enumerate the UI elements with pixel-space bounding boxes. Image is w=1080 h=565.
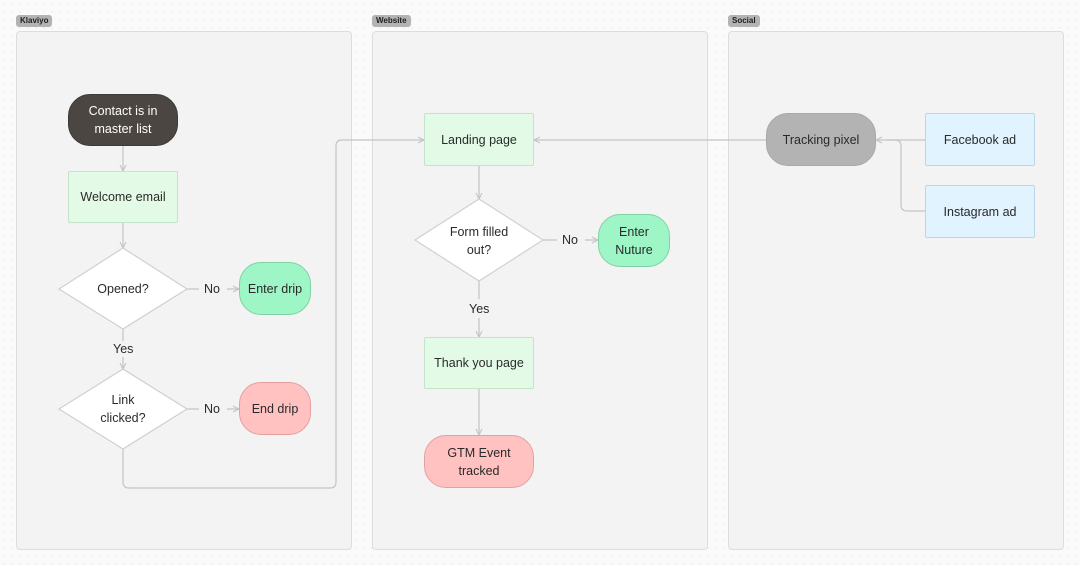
edge-label-opened-yes: Yes (111, 342, 136, 356)
node-tracking-pixel[interactable]: Tracking pixel (766, 113, 876, 166)
node-landing-page[interactable]: Landing page (424, 113, 534, 166)
node-instagram-ad[interactable]: Instagram ad (925, 185, 1035, 238)
node-thank-you-page[interactable]: Thank you page (424, 337, 534, 389)
node-gtm-event-tracked[interactable]: GTM Event tracked (424, 435, 534, 488)
node-welcome-email[interactable]: Welcome email (68, 171, 178, 223)
node-end-drip[interactable]: End drip (239, 382, 311, 435)
edge-label-opened-no: No (202, 282, 222, 296)
decision-form-filled-label: Form filled out? (449, 225, 509, 257)
lane-tag-klaviyo: Klaviyo (16, 15, 53, 27)
edge-label-link-no: No (202, 402, 222, 416)
edge-label-form-no: No (560, 233, 580, 247)
node-facebook-ad[interactable]: Facebook ad (925, 113, 1035, 166)
edge-label-form-yes: Yes (467, 302, 492, 316)
lane-social (728, 31, 1064, 550)
node-contact-in-master-list[interactable]: Contact is in master list (68, 94, 178, 146)
node-enter-nuture[interactable]: Enter Nuture (598, 214, 670, 267)
lane-tag-website: Website (372, 15, 411, 27)
node-enter-drip[interactable]: Enter drip (239, 262, 311, 315)
decision-link-clicked-label: Link clicked? (100, 393, 146, 425)
lane-tag-social: Social (728, 15, 760, 27)
decision-opened-label: Opened? (97, 282, 149, 296)
lane-website (372, 31, 708, 550)
